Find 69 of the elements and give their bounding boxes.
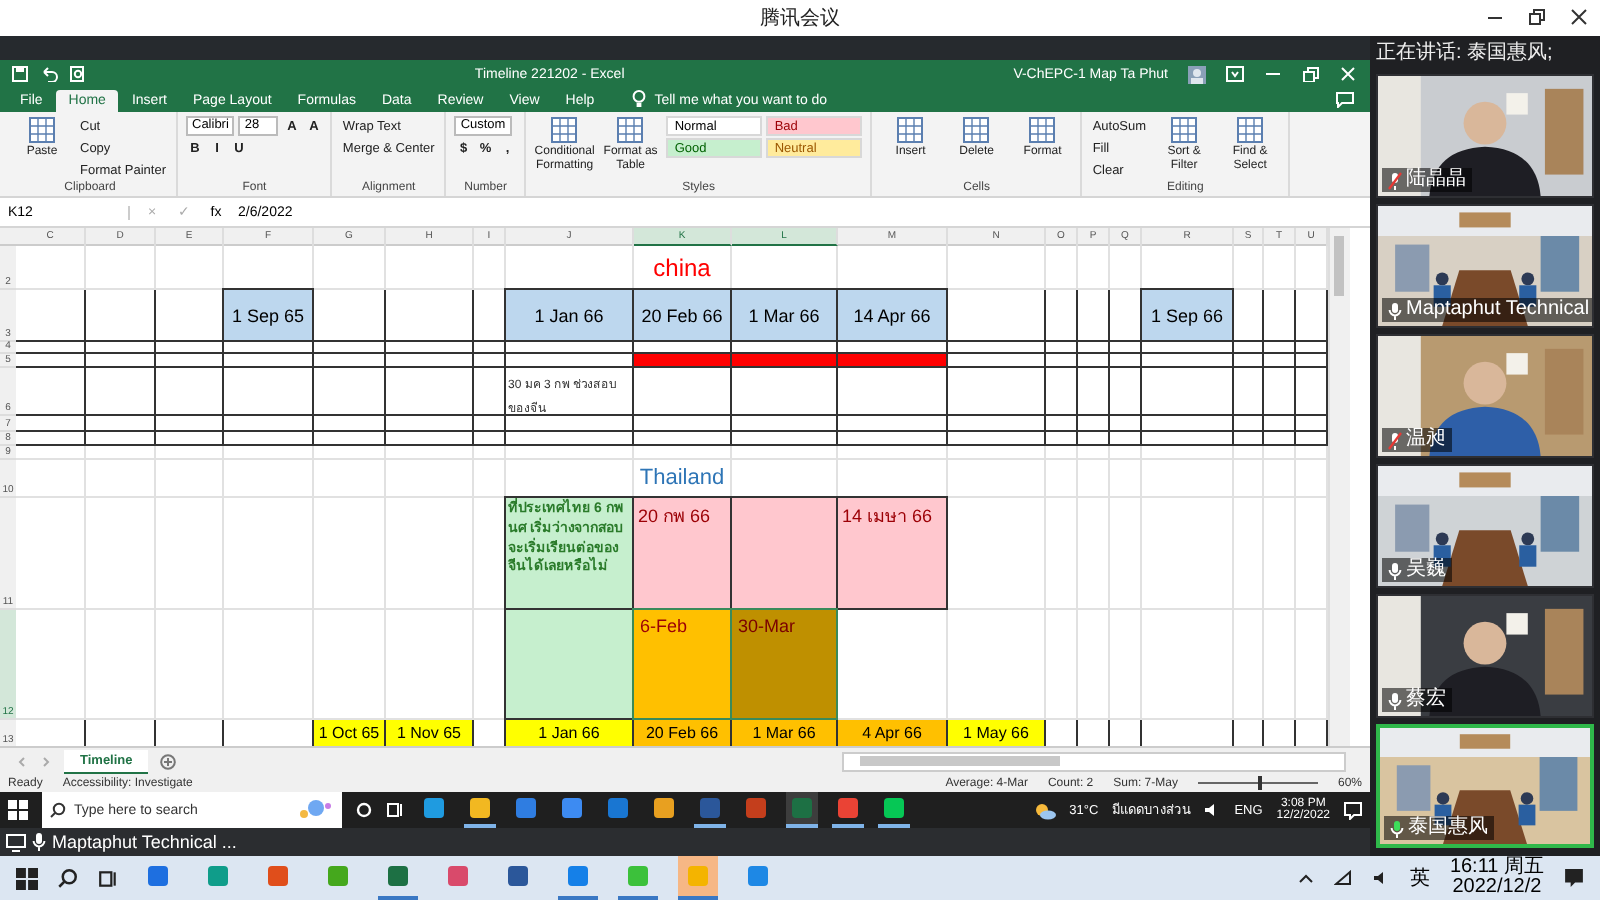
table-cell: 1 Jan 66 (504, 288, 634, 342)
microphone-icon[interactable] (1388, 301, 1402, 319)
table-cell: 20 กพ 66 (632, 496, 732, 610)
table-cell: 1 Sep 66 (1140, 288, 1234, 342)
participant-name: Maptaphut Technical (1406, 298, 1590, 322)
task-view-icon[interactable] (98, 869, 118, 887)
scrollbar[interactable] (1328, 228, 1350, 746)
video-tile[interactable]: Maptaphut Technical (1376, 204, 1594, 328)
table-cell: 6-Feb (632, 608, 732, 720)
close-icon[interactable] (1570, 8, 1588, 26)
participant-name: 吴巍 (1406, 558, 1446, 582)
video-tile[interactable]: 温昶 (1376, 334, 1594, 458)
lightbulb-icon[interactable] (632, 90, 647, 108)
sun-cloud-icon (1033, 801, 1056, 819)
search-icon[interactable] (58, 868, 78, 888)
table-cell: 20 Feb 66 (634, 720, 732, 746)
muted-microphone-icon[interactable] (1388, 171, 1402, 189)
clock-time[interactable]: 16:11 周五 (1449, 858, 1544, 878)
table-cell: 1 Sep 65 (222, 288, 314, 342)
windows-start-icon[interactable] (8, 800, 28, 820)
table-cell: 30-Mar (730, 608, 838, 720)
video-tile[interactable]: 吴巍 (1376, 464, 1594, 588)
participant-name: 陆晶晶 (1406, 168, 1466, 192)
video-tile[interactable]: 陆晶晶 (1376, 74, 1594, 198)
table-cell: 1 Mar 66 (732, 720, 838, 746)
undo-icon[interactable] (40, 66, 58, 82)
participant-name: 泰国惠风 (1408, 816, 1488, 840)
window-title: 腾讯会议 (760, 5, 840, 32)
restore-icon[interactable] (1528, 8, 1546, 26)
comment-icon[interactable] (1336, 92, 1354, 108)
table-cell: 1 Jan 66 (506, 720, 634, 746)
ribbon-display-icon[interactable] (1226, 66, 1244, 82)
save-icon[interactable] (12, 66, 28, 82)
table-cell: 1 May 66 (948, 720, 1046, 746)
add-sheet-icon[interactable] (160, 753, 177, 769)
task-view-icon[interactable] (386, 802, 404, 818)
video-tile[interactable]: 泰国惠风 (1376, 724, 1594, 848)
microphone-icon[interactable] (1390, 819, 1404, 837)
microphone-icon[interactable] (32, 832, 46, 852)
input-method-indicator[interactable]: 英 (1409, 864, 1430, 892)
participant-name: 温昶 (1406, 428, 1446, 452)
notification-icon[interactable] (1344, 801, 1362, 819)
network-icon[interactable] (1333, 870, 1352, 886)
participant-name: 蔡宏 (1406, 688, 1446, 712)
table-cell: 20 Feb 66 (632, 288, 732, 342)
cortana-icon[interactable] (356, 802, 372, 818)
clock-date[interactable]: 2022/12/2 (1452, 878, 1542, 898)
print-preview-icon[interactable] (70, 66, 86, 82)
taskbar-app-icon[interactable] (786, 792, 818, 828)
microphone-icon[interactable] (1388, 561, 1402, 579)
scroll-thumb[interactable] (860, 755, 1060, 765)
meeting-title[interactable]: Maptaphut Technical ... (52, 832, 237, 852)
scroll-thumb[interactable] (1334, 236, 1344, 296)
avatar-icon[interactable] (1188, 65, 1206, 83)
table-cell: 4 Apr 66 (838, 720, 948, 746)
table-cell: 1 Mar 66 (730, 288, 838, 342)
notification-icon[interactable] (1564, 868, 1584, 888)
table-cell: 1 Oct 65 (314, 720, 386, 746)
speaking-label: 正在讲话: 泰国惠风; (1376, 40, 1555, 68)
windows-start-icon[interactable] (16, 867, 38, 889)
caret-icon[interactable] (1297, 872, 1314, 884)
table-cell: 14 Apr 66 (836, 288, 948, 342)
screen-share-icon[interactable] (6, 833, 26, 851)
table-cell: 1 Nov 65 (386, 720, 474, 746)
table-cell: 14 เมษา 66 (836, 496, 948, 610)
video-tile[interactable]: 蔡宏 (1376, 594, 1594, 718)
muted-microphone-icon[interactable] (1388, 431, 1402, 449)
scrollbar[interactable] (842, 751, 1346, 771)
search-icon (50, 802, 66, 818)
